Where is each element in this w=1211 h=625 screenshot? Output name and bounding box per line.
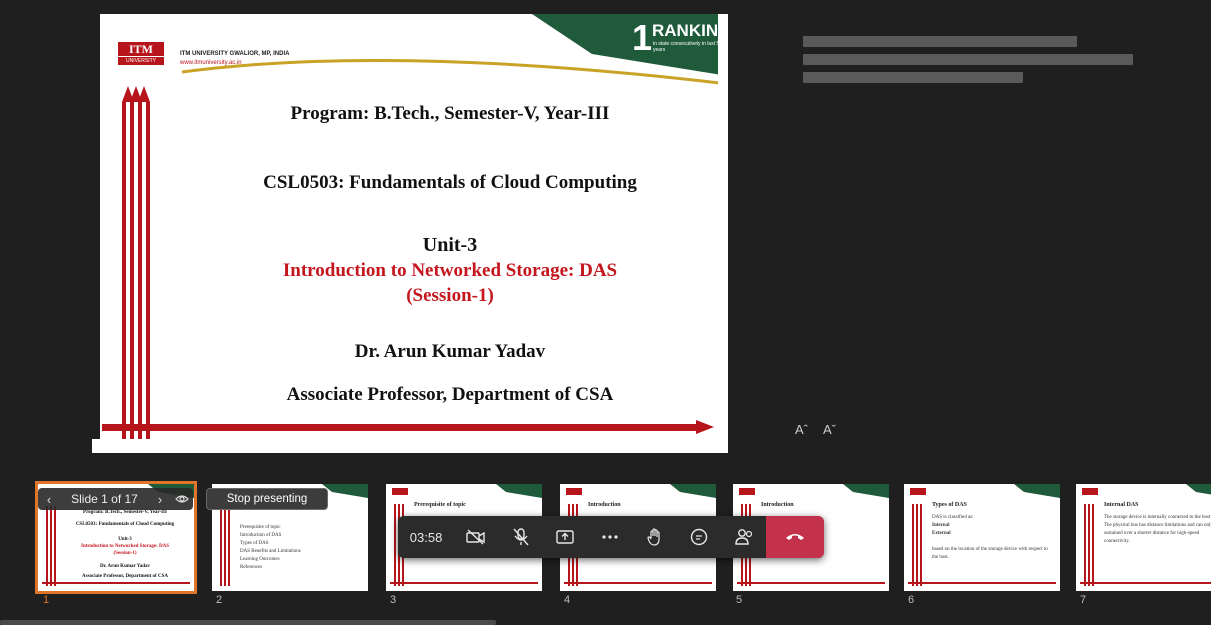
previous-slide-button[interactable]: ‹	[38, 492, 60, 507]
unit-line: Unit-3	[422, 234, 478, 256]
share-screen-icon[interactable]	[543, 516, 588, 558]
leave-call-button[interactable]	[765, 516, 824, 558]
thumb-number: 4	[564, 594, 571, 606]
next-slide-button[interactable]: ›	[149, 492, 171, 507]
stop-presenting-button[interactable]: Stop presenting	[206, 488, 328, 510]
thumb-number: 5	[736, 594, 743, 606]
thumb-title: Introduction	[761, 502, 794, 508]
thumb-line: Learning Outcomes	[240, 557, 280, 562]
notes-line	[803, 54, 1133, 65]
notes-line	[803, 36, 1077, 47]
itm-logo: ITM UNIVERSITY	[118, 42, 164, 72]
thumb-line: (Session-1)	[113, 551, 137, 556]
thumb-line: References	[240, 565, 263, 570]
thumb-line: based on the location of the storage dev…	[932, 547, 1048, 560]
thumb-title: Introduction	[588, 502, 621, 508]
thumb-line: External	[932, 531, 951, 536]
university-url: www.itmuniversity.ac.in	[180, 60, 242, 66]
thumb-line: Prerequisite of topic	[240, 525, 281, 530]
thumb-line: The storage device is internally connect…	[1104, 515, 1211, 520]
eye-icon[interactable]	[171, 492, 193, 507]
thumb-line: Types of DAS	[240, 541, 269, 546]
call-timer: 03:58	[409, 529, 443, 545]
thumb-title: Internal DAS	[1104, 502, 1139, 508]
thumb-line: DAS Benefits and Limitations	[240, 549, 301, 554]
font-decrease-button[interactable]: Aˇ	[823, 422, 836, 437]
mic-off-icon[interactable]	[499, 516, 544, 558]
thumb-line: Introduction of DAS	[240, 533, 282, 538]
thumb-line: Associate Professor, Department of CSA	[82, 574, 168, 579]
chat-icon[interactable]	[677, 516, 722, 558]
thumb-number: 7	[1080, 594, 1087, 606]
raise-hand-icon[interactable]	[632, 516, 677, 558]
thumbnail-scrollbar[interactable]	[0, 620, 496, 625]
slide-thumbnail-7[interactable]: Internal DAS The storage device is inter…	[1076, 484, 1211, 591]
thumb-line: DAS is classified as:	[932, 515, 974, 520]
thumb-body: The storage device is internally connect…	[1104, 514, 1211, 546]
logo-text: ITM	[118, 42, 164, 56]
thumb-line: CSL0503: Fundamentals of Cloud Computing	[75, 522, 175, 527]
slide-counter: Slide 1 of 17	[71, 492, 138, 506]
camera-off-icon[interactable]	[454, 516, 499, 558]
current-slide: ITM UNIVERSITY ITM UNIVERSITY GWALIOR, M…	[92, 14, 728, 453]
logo-sub: UNIVERSITY	[118, 57, 164, 65]
thumb-title: Types of DAS	[932, 502, 967, 508]
presentation-window: ITM UNIVERSITY ITM UNIVERSITY GWALIOR, M…	[0, 0, 1211, 625]
thumb-line: Program: B.Tech., Semester-V, Year-III	[83, 510, 167, 515]
program-line: Program: B.Tech., Semester-V, Year-III	[290, 103, 610, 124]
thumb-number: 2	[216, 594, 223, 606]
ranking-sub: in state consecutively in last 5 years	[653, 41, 720, 53]
meeting-toolbar: 03:58	[398, 516, 824, 558]
thumb-title: Prerequisite of topic	[414, 502, 466, 508]
thumb-line: Unit-3	[118, 537, 132, 542]
participants-icon[interactable]	[721, 516, 766, 558]
topic-line: Introduction to Networked Storage: DAS	[282, 260, 618, 281]
session-line: (Session-1)	[406, 285, 494, 306]
thumb-line: Internal	[932, 523, 950, 528]
notes-line	[803, 72, 1023, 83]
thumb-line: The physical bus has distance limitation…	[1104, 523, 1211, 544]
more-options-icon[interactable]	[588, 516, 633, 558]
presenter-designation: Associate Professor, Department of CSA	[286, 384, 614, 405]
slide-thumbnail-6[interactable]: Types of DAS DAS is classified as: Inter…	[904, 484, 1060, 591]
ranking-number: 1	[632, 17, 653, 58]
thumb-line: Introduction to Networked Storage: DAS	[81, 544, 169, 549]
thumb-body: Prerequisite of topic Introduction of DA…	[240, 524, 362, 572]
thumb-number: 3	[390, 594, 397, 606]
course-line: CSL0503: Fundamentals of Cloud Computing	[263, 172, 637, 193]
university-name: ITM UNIVERSITY GWALIOR, MP, INDIA	[180, 51, 290, 57]
thumb-body: DAS is classified as: Internal External …	[932, 514, 1054, 562]
thumb-line: Dr. Arun Kumar Yadav	[99, 564, 151, 569]
slide-navigator: ‹ Slide 1 of 17 ›	[38, 488, 193, 510]
font-increase-button[interactable]: Aˆ	[795, 422, 808, 437]
presenter-name: Dr. Arun Kumar Yadav	[354, 341, 546, 362]
thumb-number: 1	[43, 594, 50, 606]
hang-up-icon	[785, 534, 804, 540]
ranking-label: RANKING	[652, 21, 728, 40]
thumb-number: 6	[908, 594, 915, 606]
